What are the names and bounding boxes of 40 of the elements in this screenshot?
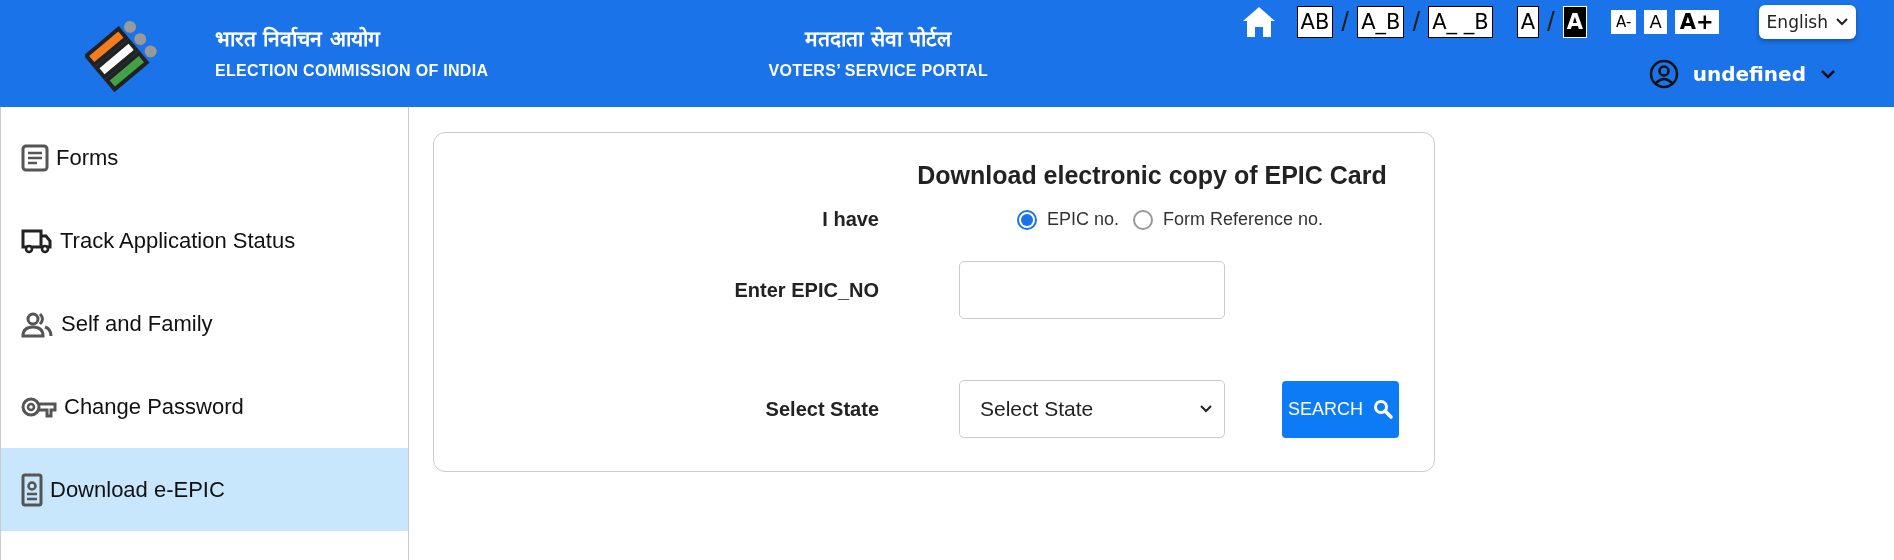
sidebar-item[interactable]: Download e-EPIC	[1, 448, 408, 531]
input-field[interactable]	[959, 261, 1225, 319]
field-label: I have	[822, 208, 879, 231]
text-spacing-button[interactable]: A_B	[1357, 6, 1405, 38]
contrast-button[interactable]: A	[1516, 6, 1539, 38]
document-icon	[21, 143, 49, 172]
org-name-hindi: भारत निर्वाचन आयोग	[215, 25, 382, 52]
org-name: ELECTION COMMISSION OF INDIA	[215, 61, 489, 80]
chevron-down-icon	[1836, 18, 1848, 26]
sidebar-item[interactable]: Self and Family	[1, 282, 408, 365]
search-button[interactable]: SEARCH	[1282, 380, 1399, 438]
language-dropdown[interactable]: English	[1758, 5, 1856, 39]
field-label: Select State	[765, 397, 879, 421]
separator-slash: /	[1341, 6, 1350, 38]
separator-slash: /	[1547, 6, 1555, 38]
id-card-icon	[21, 472, 43, 507]
user-name[interactable]: undefined	[1692, 62, 1806, 86]
sidebar-item[interactable]: Change Password	[1, 365, 408, 448]
chevron-down-icon	[1200, 405, 1212, 413]
text-spacing-button[interactable]: A_ _B	[1428, 6, 1493, 38]
radio-button[interactable]	[1017, 209, 1037, 230]
separator-slash: /	[1412, 6, 1421, 38]
field-label: Enter EPIC_NO	[734, 278, 879, 302]
state-dropdown[interactable]: Select State	[959, 380, 1225, 438]
font-size-button[interactable]: A-	[1611, 10, 1637, 34]
sidebar-item[interactable]: Forms	[1, 116, 408, 199]
user-avatar-icon	[1648, 59, 1679, 89]
search-icon	[1373, 399, 1393, 419]
text-spacing-button[interactable]: AB	[1296, 6, 1334, 38]
font-size-button[interactable]: A+	[1674, 10, 1719, 34]
font-size-button[interactable]: A	[1644, 10, 1667, 34]
radio-label[interactable]: Form Reference no.	[1163, 209, 1324, 230]
chevron-down-icon[interactable]	[1820, 69, 1836, 79]
card-title: Download electronic copy of EPIC Card	[917, 161, 1387, 190]
radio-button[interactable]	[1133, 209, 1154, 230]
radio-label[interactable]: EPIC no.	[1047, 209, 1120, 230]
portal-name: VOTERS’ SERVICE PORTAL	[768, 61, 988, 80]
sidebar-item[interactable]: Track Application Status	[1, 199, 408, 282]
contrast-button[interactable]: A	[1562, 6, 1588, 38]
portal-name-hindi: मतदाता सेवा पोर्टल	[805, 25, 952, 52]
